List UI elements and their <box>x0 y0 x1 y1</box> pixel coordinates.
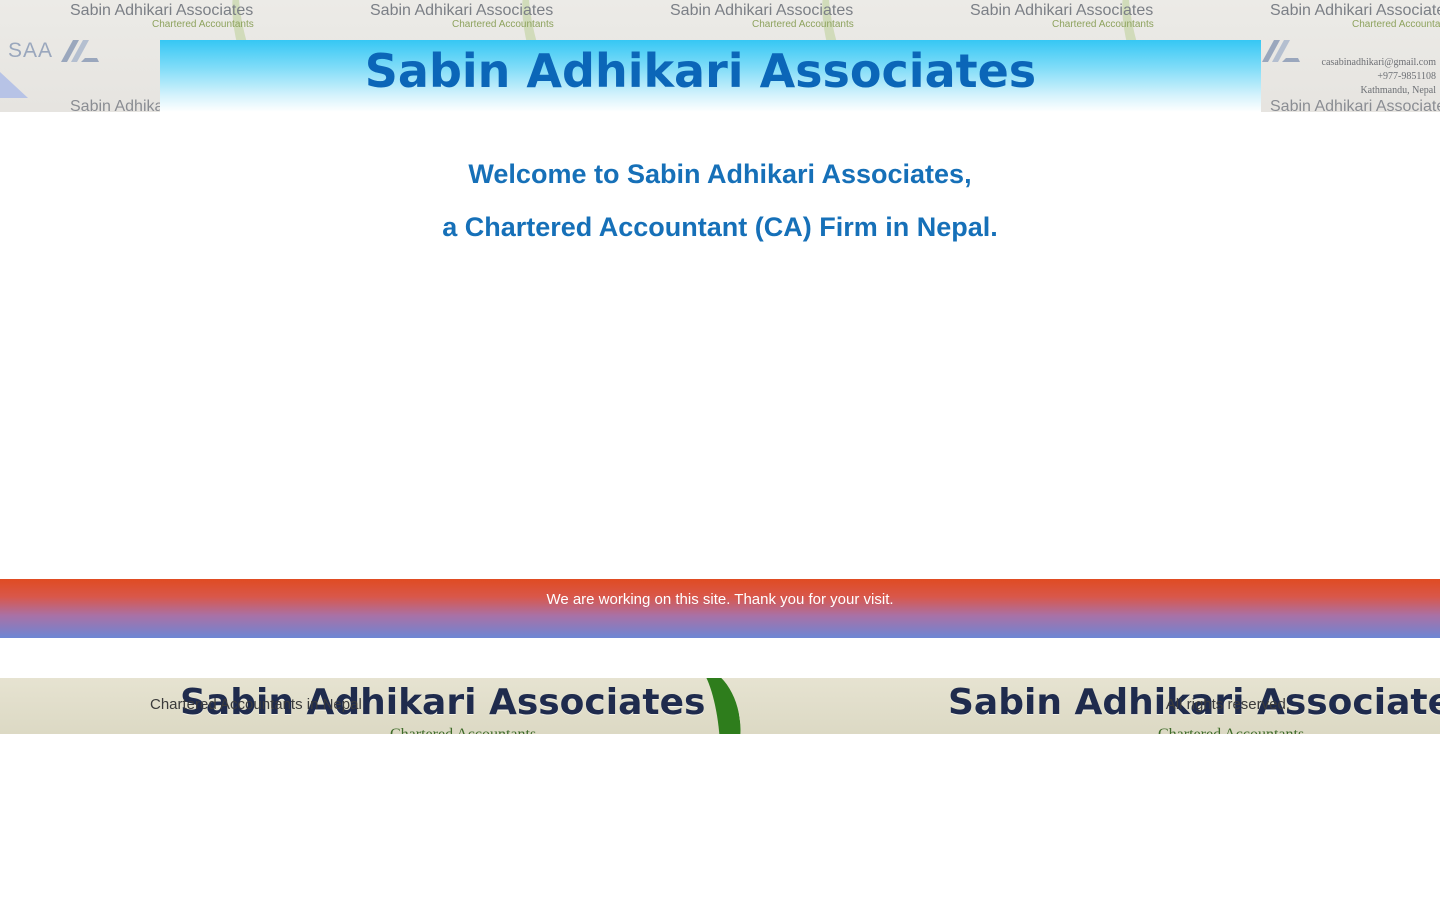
welcome-line-2: a Chartered Accountant (CA) Firm in Nepa… <box>442 212 998 242</box>
card-name: Sabin Adhikari Associates <box>670 2 854 19</box>
card-phone: +977-9851108 <box>1377 71 1436 82</box>
footer-copyright: All rights reserved. <box>1165 696 1290 713</box>
card-subtitle: Chartered Accountants <box>452 19 554 30</box>
notice-bar: We are working on this site. Thank you f… <box>0 579 1440 638</box>
card-name: Sabin Adhikari Associates <box>970 2 1154 19</box>
card-email: casabinadhikari@gmail.com <box>1321 57 1436 68</box>
card-subtitle: Chartered Accountants <box>152 19 254 30</box>
footer: Sabin Adhikari Associates Chartered Acco… <box>0 678 1440 734</box>
footer-card-subtitle: Chartered Accountants <box>1158 726 1304 734</box>
logo-text: SAA <box>8 39 54 62</box>
footer-tagline: Chartered Accountants in Nepal <box>150 696 362 713</box>
notice-text: We are working on this site. Thank you f… <box>546 591 894 608</box>
footer-card-tile: Sabin Adhikari Associates Chartered Acco… <box>0 678 768 734</box>
card-contact: casabinadhikari@gmail.com +977-9851108 K… <box>1322 56 1436 98</box>
leaf-graphic <box>662 678 748 734</box>
footer-card-tile: Sabin Adhikari Associates Chartered Acco… <box>768 678 1440 734</box>
corner-decoration <box>0 72 28 98</box>
footer-card-subtitle: Chartered Accountants <box>390 726 536 734</box>
logo-mark-icon <box>1262 40 1300 62</box>
welcome-line-1: Welcome to Sabin Adhikari Associates, <box>468 159 972 189</box>
card-subtitle: Chartered Accountants <box>1352 19 1440 30</box>
card-logo <box>1260 34 1302 68</box>
site-title[interactable]: Sabin Adhikari Associates <box>365 42 1036 100</box>
header-banner: Sabin Adhikari Associates <box>160 40 1261 112</box>
card-subtitle: Chartered Accountants <box>752 19 854 30</box>
welcome-message: Welcome to Sabin Adhikari Associates, a … <box>0 150 1440 256</box>
card-location: Kathmandu, Nepal <box>1360 85 1436 96</box>
card-subtitle: Chartered Accountants <box>1052 19 1154 30</box>
card-name: Sabin Adhikari Associates <box>70 2 254 19</box>
card-name: Sabin Adhikari Associates <box>1270 2 1440 19</box>
card-name-repeat: Sabin Adhikari Associates <box>1270 98 1440 112</box>
card-name: Sabin Adhikari Associates <box>370 2 554 19</box>
card-logo: SAA <box>8 34 101 68</box>
logo-mark-icon <box>61 40 100 62</box>
